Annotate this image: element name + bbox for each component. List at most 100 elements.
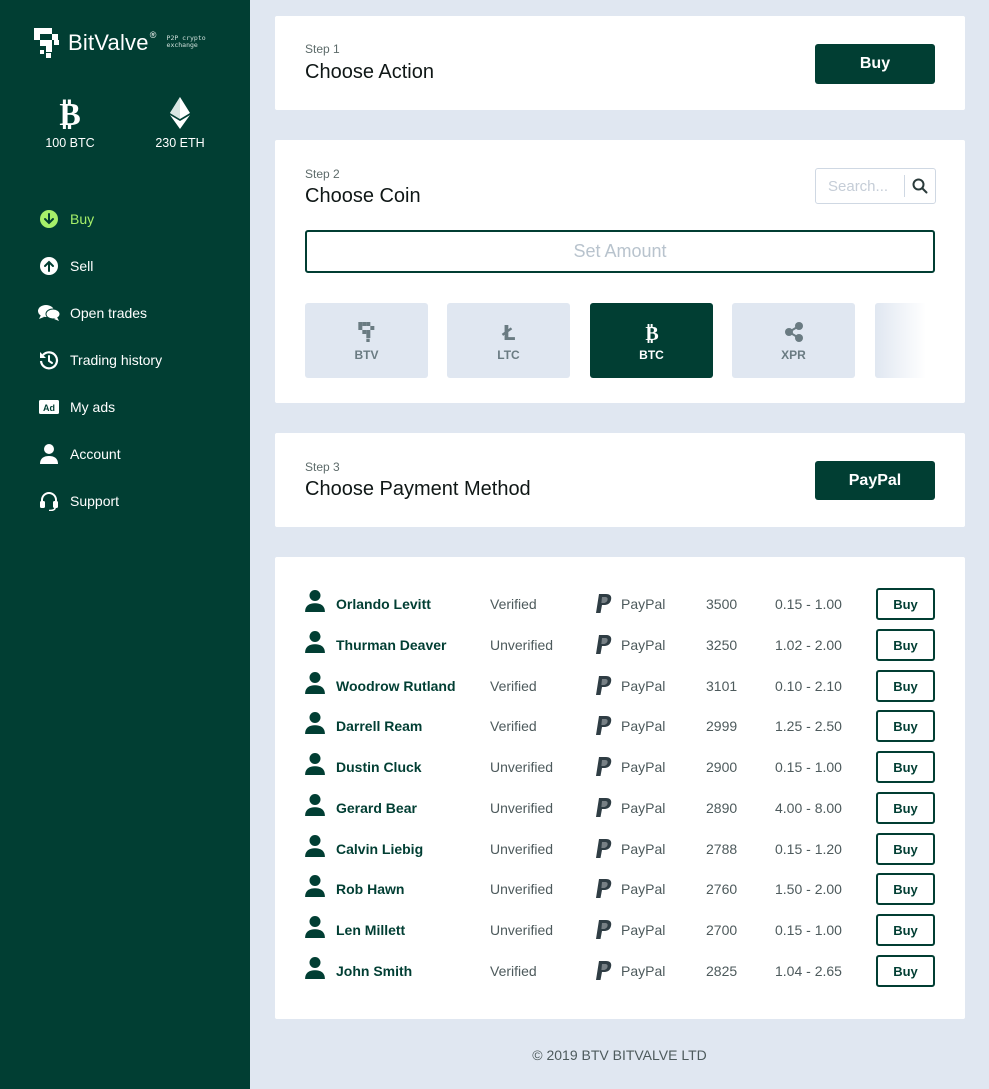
table-row: John Smith Verified PayPal 2825 1.04 - 2.65 B… [305, 955, 935, 987]
ad-icon: Ad [38, 396, 60, 418]
trader-name[interactable]: John Smith [336, 963, 412, 979]
payment-method-button[interactable]: PayPal [815, 461, 935, 500]
offer-price: 2700 [706, 922, 738, 938]
offer-buy-button[interactable]: Buy [876, 833, 935, 865]
coin-option-more[interactable]: B [875, 303, 935, 378]
offer-buy-button[interactable]: Buy [876, 792, 935, 824]
table-row: Woodrow Rutland Verified PayPal 3101 0.10 - … [305, 670, 935, 702]
step-title: Choose Action [305, 61, 434, 83]
sidebar-item-support[interactable]: Support [38, 477, 162, 524]
litecoin-icon: Ł [501, 320, 517, 344]
trader-name[interactable]: Rob Hawn [336, 881, 404, 897]
sidebar-item-label: Support [70, 492, 120, 509]
sidebar-item-label: Open trades [70, 304, 148, 321]
step-title: Choose Coin [305, 185, 421, 207]
verification-status: Unverified [490, 637, 554, 653]
verification-status: Unverified [490, 922, 554, 938]
sidebar-item-buy[interactable]: Buy [38, 195, 162, 242]
user-icon [38, 443, 60, 465]
offer-price: 2900 [706, 759, 738, 775]
coin-label: B [932, 348, 935, 362]
user-avatar-icon [305, 753, 325, 775]
step-title: Choose Payment Method [305, 478, 531, 500]
user-avatar-icon [305, 875, 325, 897]
trader-name[interactable]: Dustin Cluck [336, 759, 422, 775]
offer-buy-button[interactable]: Buy [876, 710, 935, 742]
offer-buy-button[interactable]: Buy [876, 629, 935, 661]
ethereum-icon [135, 96, 225, 130]
sidebar-item-label: Buy [70, 210, 95, 227]
sidebar-item-sell[interactable]: Sell [38, 242, 162, 289]
offer-range: 4.00 - 8.00 [775, 800, 842, 816]
verification-status: Unverified [490, 800, 554, 816]
payment-method: PayPal [621, 596, 666, 612]
payment-method: PayPal [621, 800, 666, 816]
offer-range: 0.10 - 2.10 [775, 678, 842, 694]
svg-text:Ad: Ad [43, 403, 55, 413]
offer-buy-button[interactable]: Buy [876, 751, 935, 783]
bitcoin-icon: ₿ [644, 320, 660, 344]
coin-label: LTC [497, 347, 520, 362]
arrow-down-circle-icon [38, 208, 60, 230]
offer-buy-button[interactable]: Buy [876, 670, 935, 702]
trader-name[interactable]: Len Millett [336, 922, 405, 938]
paypal-icon [596, 879, 612, 898]
trader-name[interactable]: Darrell Ream [336, 718, 422, 734]
sidebar-item-trading-history[interactable]: Trading history [38, 336, 162, 383]
step-label: Step 3 [305, 460, 340, 474]
verification-status: Unverified [490, 759, 554, 775]
paypal-icon [596, 594, 612, 613]
verification-status: Verified [490, 718, 537, 734]
offer-buy-button[interactable]: Buy [876, 955, 935, 987]
offer-buy-button[interactable]: Buy [876, 588, 935, 620]
payment-method: PayPal [621, 922, 666, 938]
coin-option-btv[interactable]: BTV [305, 303, 428, 378]
offer-range: 0.15 - 1.20 [775, 841, 842, 857]
search-input[interactable] [816, 169, 904, 203]
amount-input[interactable]: Set Amount [305, 230, 935, 273]
coin-option-btc[interactable]: ₿ BTC [590, 303, 713, 378]
offer-buy-button[interactable]: Buy [876, 873, 935, 905]
sidebar-item-label: Sell [70, 257, 94, 274]
step1-card: Step 1 Choose Action Buy [275, 16, 965, 110]
sidebar-item-account[interactable]: Account [38, 430, 162, 477]
history-icon [38, 349, 60, 371]
coin-option-xpr[interactable]: XPR [732, 303, 855, 378]
trader-name[interactable]: Gerard Bear [336, 800, 417, 816]
paypal-icon [596, 961, 612, 980]
coin-icon [929, 320, 935, 344]
trader-name[interactable]: Calvin Liebig [336, 841, 423, 857]
coin-label: BTV [354, 347, 379, 362]
offer-range: 1.02 - 2.00 [775, 637, 842, 653]
offer-price: 3500 [706, 596, 738, 612]
step2-card: Step 2 Choose Coin Set Amount BTV Ł LTC … [275, 140, 965, 403]
user-avatar-icon [305, 794, 325, 816]
offer-price: 2890 [706, 800, 738, 816]
sidebar-item-my-ads[interactable]: Ad My ads [38, 383, 162, 430]
offer-range: 1.04 - 2.65 [775, 963, 842, 979]
logo[interactable]: BitValve® P2P crypto exchange [34, 28, 206, 58]
offer-price: 2760 [706, 881, 738, 897]
offer-price: 2999 [706, 718, 738, 734]
coin-option-ltc[interactable]: Ł LTC [447, 303, 570, 378]
trader-name[interactable]: Orlando Levitt [336, 596, 431, 612]
bitcoin-icon: ₿ [25, 96, 115, 130]
sidebar: BitValve® P2P crypto exchange ₿ 100 BTC 2… [0, 0, 250, 1089]
table-row: Calvin Liebig Unverified PayPal 2788 0.15 - … [305, 833, 935, 865]
verification-status: Unverified [490, 841, 554, 857]
svg-text:Ł: Ł [501, 322, 515, 342]
search-icon[interactable] [905, 178, 935, 194]
offer-buy-button[interactable]: Buy [876, 914, 935, 946]
table-row: Thurman Deaver Unverified PayPal 3250 1.02 -… [305, 629, 935, 661]
paypal-icon [596, 635, 612, 654]
verification-status: Verified [490, 596, 537, 612]
sidebar-item-open-trades[interactable]: Open trades [38, 289, 162, 336]
svg-text:₿: ₿ [645, 321, 658, 343]
action-buy-button[interactable]: Buy [815, 44, 935, 84]
table-row: Rob Hawn Unverified PayPal 2760 1.50 - 2.00 B… [305, 873, 935, 905]
sidebar-item-label: Account [70, 445, 121, 462]
trader-name[interactable]: Woodrow Rutland [336, 678, 456, 694]
sidebar-item-label: My ads [70, 398, 116, 415]
trader-name[interactable]: Thurman Deaver [336, 637, 446, 653]
wallet-eth: 230 ETH [135, 96, 225, 150]
